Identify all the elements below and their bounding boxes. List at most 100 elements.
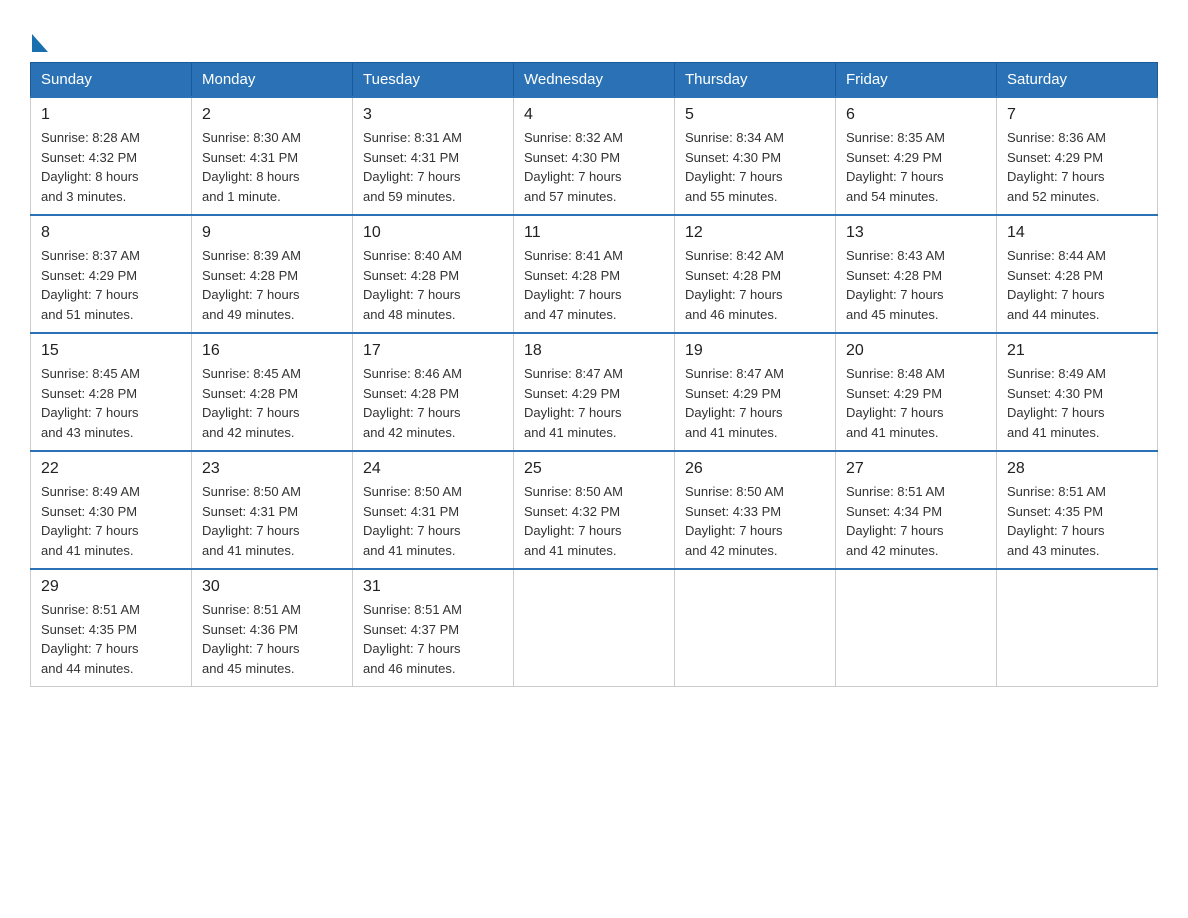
day-number: 9 <box>202 224 342 242</box>
day-info: Sunrise: 8:47 AMSunset: 4:29 PMDaylight:… <box>685 364 825 442</box>
calendar-day-cell: 17 Sunrise: 8:46 AMSunset: 4:28 PMDayligh… <box>353 333 514 451</box>
day-number: 5 <box>685 106 825 124</box>
day-number: 19 <box>685 342 825 360</box>
day-number: 21 <box>1007 342 1147 360</box>
calendar-day-cell: 12 Sunrise: 8:42 AMSunset: 4:28 PMDayligh… <box>675 215 836 333</box>
day-info: Sunrise: 8:34 AMSunset: 4:30 PMDaylight:… <box>685 128 825 206</box>
day-number: 22 <box>41 460 181 478</box>
weekday-header-tuesday: Tuesday <box>353 63 514 98</box>
calendar-empty-cell <box>997 569 1158 687</box>
day-info: Sunrise: 8:51 AMSunset: 4:35 PMDaylight:… <box>1007 482 1147 560</box>
day-number: 17 <box>363 342 503 360</box>
day-info: Sunrise: 8:51 AMSunset: 4:36 PMDaylight:… <box>202 600 342 678</box>
calendar-day-cell: 25 Sunrise: 8:50 AMSunset: 4:32 PMDayligh… <box>514 451 675 569</box>
day-info: Sunrise: 8:48 AMSunset: 4:29 PMDaylight:… <box>846 364 986 442</box>
calendar-empty-cell <box>836 569 997 687</box>
day-number: 14 <box>1007 224 1147 242</box>
calendar-day-cell: 4 Sunrise: 8:32 AMSunset: 4:30 PMDaylight… <box>514 97 675 215</box>
day-info: Sunrise: 8:44 AMSunset: 4:28 PMDaylight:… <box>1007 246 1147 324</box>
calendar-week-row: 8 Sunrise: 8:37 AMSunset: 4:29 PMDaylight… <box>31 215 1158 333</box>
calendar-day-cell: 16Sunrise: 8:45 AMSunset: 4:28 PMDayligh… <box>192 333 353 451</box>
day-number: 8 <box>41 224 181 242</box>
calendar-empty-cell <box>514 569 675 687</box>
calendar-day-cell: 20 Sunrise: 8:48 AMSunset: 4:29 PMDayligh… <box>836 333 997 451</box>
day-number: 11 <box>524 224 664 242</box>
day-number: 12 <box>685 224 825 242</box>
day-number: 18 <box>524 342 664 360</box>
day-number: 13 <box>846 224 986 242</box>
weekday-header-wednesday: Wednesday <box>514 63 675 98</box>
calendar-day-cell: 26 Sunrise: 8:50 AMSunset: 4:33 PMDayligh… <box>675 451 836 569</box>
day-info: Sunrise: 8:32 AMSunset: 4:30 PMDaylight:… <box>524 128 664 206</box>
calendar-day-cell: 22 Sunrise: 8:49 AMSunset: 4:30 PMDayligh… <box>31 451 192 569</box>
weekday-header-saturday: Saturday <box>997 63 1158 98</box>
calendar-day-cell: 19 Sunrise: 8:47 AMSunset: 4:29 PMDayligh… <box>675 333 836 451</box>
day-number: 20 <box>846 342 986 360</box>
day-info: Sunrise: 8:31 AMSunset: 4:31 PMDaylight:… <box>363 128 503 206</box>
day-info: Sunrise: 8:46 AMSunset: 4:28 PMDaylight:… <box>363 364 503 442</box>
day-info: Sunrise: 8:35 AMSunset: 4:29 PMDaylight:… <box>846 128 986 206</box>
day-number: 30 <box>202 578 342 596</box>
weekday-header-sunday: Sunday <box>31 63 192 98</box>
day-info: Sunrise: 8:45 AMSunset: 4:28 PMDaylight:… <box>202 364 342 442</box>
calendar-table: SundayMondayTuesdayWednesdayThursdayFrid… <box>30 62 1158 687</box>
day-info: Sunrise: 8:28 AMSunset: 4:32 PMDaylight:… <box>41 128 181 206</box>
calendar-day-cell: 21 Sunrise: 8:49 AMSunset: 4:30 PMDayligh… <box>997 333 1158 451</box>
day-number: 2 <box>202 106 342 124</box>
day-info: Sunrise: 8:41 AMSunset: 4:28 PMDaylight:… <box>524 246 664 324</box>
day-info: Sunrise: 8:39 AMSunset: 4:28 PMDaylight:… <box>202 246 342 324</box>
calendar-week-row: 22 Sunrise: 8:49 AMSunset: 4:30 PMDayligh… <box>31 451 1158 569</box>
calendar-week-row: 1 Sunrise: 8:28 AMSunset: 4:32 PMDaylight… <box>31 97 1158 215</box>
day-number: 6 <box>846 106 986 124</box>
calendar-day-cell: 2Sunrise: 8:30 AMSunset: 4:31 PMDaylight… <box>192 97 353 215</box>
day-info: Sunrise: 8:45 AMSunset: 4:28 PMDaylight:… <box>41 364 181 442</box>
calendar-day-cell: 27Sunrise: 8:51 AMSunset: 4:34 PMDayligh… <box>836 451 997 569</box>
day-info: Sunrise: 8:49 AMSunset: 4:30 PMDaylight:… <box>41 482 181 560</box>
calendar-day-cell: 15Sunrise: 8:45 AMSunset: 4:28 PMDayligh… <box>31 333 192 451</box>
weekday-header-friday: Friday <box>836 63 997 98</box>
day-info: Sunrise: 8:42 AMSunset: 4:28 PMDaylight:… <box>685 246 825 324</box>
day-number: 26 <box>685 460 825 478</box>
calendar-day-cell: 28 Sunrise: 8:51 AMSunset: 4:35 PMDayligh… <box>997 451 1158 569</box>
day-info: Sunrise: 8:50 AMSunset: 4:31 PMDaylight:… <box>202 482 342 560</box>
day-info: Sunrise: 8:36 AMSunset: 4:29 PMDaylight:… <box>1007 128 1147 206</box>
day-info: Sunrise: 8:50 AMSunset: 4:32 PMDaylight:… <box>524 482 664 560</box>
calendar-empty-cell <box>675 569 836 687</box>
calendar-header-row: SundayMondayTuesdayWednesdayThursdayFrid… <box>31 63 1158 98</box>
day-info: Sunrise: 8:49 AMSunset: 4:30 PMDaylight:… <box>1007 364 1147 442</box>
weekday-header-thursday: Thursday <box>675 63 836 98</box>
calendar-day-cell: 11 Sunrise: 8:41 AMSunset: 4:28 PMDayligh… <box>514 215 675 333</box>
day-number: 23 <box>202 460 342 478</box>
calendar-day-cell: 10Sunrise: 8:40 AMSunset: 4:28 PMDayligh… <box>353 215 514 333</box>
day-number: 29 <box>41 578 181 596</box>
day-info: Sunrise: 8:43 AMSunset: 4:28 PMDaylight:… <box>846 246 986 324</box>
day-number: 1 <box>41 106 181 124</box>
day-number: 10 <box>363 224 503 242</box>
day-info: Sunrise: 8:51 AMSunset: 4:35 PMDaylight:… <box>41 600 181 678</box>
calendar-day-cell: 29 Sunrise: 8:51 AMSunset: 4:35 PMDayligh… <box>31 569 192 687</box>
calendar-day-cell: 3 Sunrise: 8:31 AMSunset: 4:31 PMDaylight… <box>353 97 514 215</box>
calendar-day-cell: 1 Sunrise: 8:28 AMSunset: 4:32 PMDaylight… <box>31 97 192 215</box>
day-info: Sunrise: 8:51 AMSunset: 4:37 PMDaylight:… <box>363 600 503 678</box>
calendar-day-cell: 7Sunrise: 8:36 AMSunset: 4:29 PMDaylight… <box>997 97 1158 215</box>
calendar-week-row: 15Sunrise: 8:45 AMSunset: 4:28 PMDayligh… <box>31 333 1158 451</box>
day-number: 31 <box>363 578 503 596</box>
calendar-day-cell: 24Sunrise: 8:50 AMSunset: 4:31 PMDayligh… <box>353 451 514 569</box>
day-number: 25 <box>524 460 664 478</box>
day-number: 4 <box>524 106 664 124</box>
day-number: 28 <box>1007 460 1147 478</box>
day-info: Sunrise: 8:47 AMSunset: 4:29 PMDaylight:… <box>524 364 664 442</box>
calendar-day-cell: 6 Sunrise: 8:35 AMSunset: 4:29 PMDaylight… <box>836 97 997 215</box>
calendar-day-cell: 31 Sunrise: 8:51 AMSunset: 4:37 PMDayligh… <box>353 569 514 687</box>
day-info: Sunrise: 8:50 AMSunset: 4:31 PMDaylight:… <box>363 482 503 560</box>
day-number: 3 <box>363 106 503 124</box>
page-header <box>30 20 1158 52</box>
day-info: Sunrise: 8:50 AMSunset: 4:33 PMDaylight:… <box>685 482 825 560</box>
calendar-day-cell: 14 Sunrise: 8:44 AMSunset: 4:28 PMDayligh… <box>997 215 1158 333</box>
calendar-day-cell: 30 Sunrise: 8:51 AMSunset: 4:36 PMDayligh… <box>192 569 353 687</box>
calendar-day-cell: 5 Sunrise: 8:34 AMSunset: 4:30 PMDaylight… <box>675 97 836 215</box>
day-info: Sunrise: 8:37 AMSunset: 4:29 PMDaylight:… <box>41 246 181 324</box>
logo-arrow-icon <box>32 34 48 52</box>
calendar-week-row: 29 Sunrise: 8:51 AMSunset: 4:35 PMDayligh… <box>31 569 1158 687</box>
weekday-header-monday: Monday <box>192 63 353 98</box>
